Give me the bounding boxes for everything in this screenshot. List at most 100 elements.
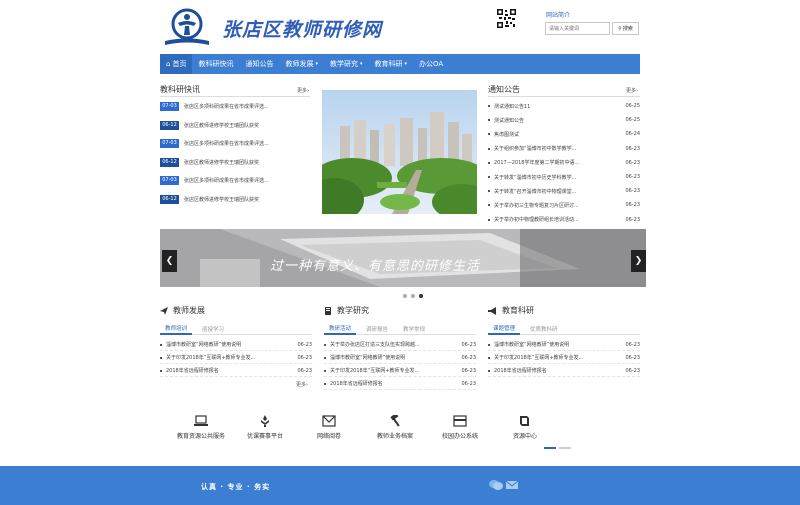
- notice-list-item[interactable]: 关于举办初中物理教研组长培训活动... 06-23: [488, 214, 640, 226]
- news-list-item[interactable]: 06-12 张店区教师进修学校王瑞团队获奖: [160, 156, 310, 168]
- column-tabs: 课题管理 优质教科研: [488, 323, 640, 335]
- service-label: 优课赛事平台: [246, 433, 283, 440]
- list-item[interactable]: 关于印发2018年“互联网+教师专业发... 06-23: [488, 352, 640, 364]
- notices-more-link[interactable]: 更多›: [626, 87, 638, 94]
- banner-prev-button[interactable]: ❮: [162, 250, 177, 272]
- list-item[interactable]: 淄博市教研室“网络教研”使用说明 06-23: [324, 352, 476, 364]
- notice-list-item[interactable]: 2017—2018学年度第二学期初中语... 06-23: [488, 157, 640, 169]
- list-item[interactable]: 淄博市教研室“网络教研”使用说明 06-23: [160, 339, 312, 351]
- banner-next-button[interactable]: ❯: [631, 250, 646, 272]
- service-label: 资源中心: [512, 433, 537, 440]
- chevron-right-icon: ❯: [634, 256, 643, 266]
- search-input[interactable]: [545, 22, 610, 35]
- service-label: 教师业务档案: [376, 433, 413, 440]
- divider: [488, 96, 640, 97]
- nav-item-oa[interactable]: 办公OA: [413, 54, 449, 74]
- service-online-grading[interactable]: 网络阅卷: [294, 415, 364, 440]
- list-item[interactable]: 关于印发2018年“互联网+教师专业发... 06-23: [324, 365, 476, 377]
- nav-item-edu-research[interactable]: 教育科研 ▾: [368, 54, 413, 74]
- news-item-title: 张店区教师进修学校王瑞团队获奖: [184, 196, 260, 203]
- service-campus-office[interactable]: 校园办公系统: [425, 415, 495, 440]
- nav-item-label: 教师发展: [285, 60, 314, 68]
- list-item[interactable]: 关于印发2018年“互联网+教师专业发... 06-23: [160, 352, 312, 364]
- site-title[interactable]: 张店区教师研修网: [222, 15, 382, 42]
- service-resource-center[interactable]: 资源中心: [490, 415, 560, 440]
- chevron-right-icon: ›: [306, 382, 309, 388]
- more-label: 更多: [296, 382, 307, 388]
- list-item[interactable]: 关于举办张店区打造三支队伍实现跨越... 06-23: [324, 339, 476, 351]
- nav-item-news[interactable]: 教科研快讯: [192, 54, 239, 74]
- logo-emblem-icon[interactable]: [160, 8, 214, 48]
- tab-teaching-activities[interactable]: 教研活动: [324, 323, 357, 335]
- nav-item-label: 通知公告: [245, 60, 274, 68]
- item-title: 关于印发2018年“互联网+教师专业发...: [494, 355, 584, 361]
- nav-item-label: 教学研究: [329, 60, 358, 68]
- notice-list-item[interactable]: 测试通知公告11 06-25: [488, 100, 640, 112]
- gavel-icon: [390, 415, 400, 427]
- wechat-icon[interactable]: [489, 479, 503, 491]
- tab-teacher-training[interactable]: 教师培训: [160, 323, 193, 335]
- news-more-link[interactable]: 更多›: [297, 87, 309, 94]
- item-title: 关于举办张店区打造三支队伍实现跨越...: [330, 342, 420, 348]
- item-title: 2018年省远程研修报名: [494, 368, 547, 374]
- bullet-icon: [488, 176, 490, 178]
- notice-list-item[interactable]: 焦虑图测试 06-24: [488, 128, 640, 140]
- column-more-link[interactable]: 更多›: [296, 381, 308, 388]
- banner-slider[interactable]: 过一种有意义、有意思的研修生活: [160, 229, 646, 287]
- tab-correspondence-study[interactable]: 函授学习: [197, 323, 229, 335]
- list-item[interactable]: 淄博市教研室“网络教研”使用说明 06-23: [488, 339, 640, 351]
- nav-item-teacher-dev[interactable]: 教师发展 ▾: [279, 54, 324, 74]
- notice-list-item[interactable]: 关于转发“淄博市初中历史学科教学... 06-23: [488, 171, 640, 183]
- site-intro-link[interactable]: 网站简介: [546, 10, 570, 19]
- service-page-indicator-active[interactable]: [544, 447, 556, 449]
- notice-list-item[interactable]: 关于组织参加“淄博市初中数学教学... 06-23: [488, 143, 640, 155]
- qr-code-icon: [497, 9, 516, 28]
- megaphone-icon: [488, 306, 496, 315]
- notice-list-item[interactable]: 测试通知公告 06-25: [488, 114, 640, 126]
- service-page-indicator[interactable]: [559, 447, 571, 449]
- chevron-left-icon: ❮: [165, 256, 174, 266]
- search-icon: ⚲: [618, 25, 622, 32]
- nav-item-notices[interactable]: 通知公告: [239, 54, 279, 74]
- tab-project-management[interactable]: 课题管理: [488, 323, 521, 335]
- tab-teaching-routine[interactable]: 教学常规: [398, 323, 430, 335]
- nav-item-home[interactable]: ⌂ 首页: [160, 54, 193, 74]
- list-item[interactable]: 2018年省远程研修报名 06-23: [324, 378, 476, 390]
- news-list-item[interactable]: 07-03 张店区多项科研成果在省市成果评选...: [160, 100, 310, 112]
- notice-list-item[interactable]: 关于转发“召开淄博市初中物理课堂... 06-23: [488, 185, 640, 197]
- news-list-item[interactable]: 06-12 张店区教师进修学校王瑞团队获奖: [160, 119, 310, 131]
- item-title: 关于印发2018年“互联网+教师专业发...: [330, 368, 420, 374]
- bullet-icon: [324, 343, 326, 346]
- email-icon[interactable]: [505, 479, 519, 491]
- item-date: 06-23: [297, 367, 312, 374]
- list-item[interactable]: 2018年省远程研修报名 06-23: [160, 365, 312, 377]
- divider: [160, 96, 310, 97]
- tab-quality-research[interactable]: 优质教科研: [525, 323, 563, 335]
- notice-item-title: 测试通知公告11: [494, 103, 531, 110]
- bullet-icon: [160, 369, 162, 372]
- news-list-item[interactable]: 06-12 张店区教师进修学校王瑞团队获奖: [160, 193, 310, 205]
- banner-dot-active[interactable]: [419, 294, 423, 298]
- bullet-icon: [488, 369, 490, 372]
- banner-text: 过一种有意义、有意思的研修生活: [270, 259, 481, 274]
- news-list-item[interactable]: 07-03 张店区多项科研成果在省市成果评选...: [160, 137, 310, 149]
- news-item-title: 张店区多项科研成果在省市成果评选...: [184, 103, 269, 110]
- chevron-right-icon: ›: [636, 88, 639, 94]
- caret-down-icon: ▾: [404, 61, 407, 67]
- service-resource-public[interactable]: 教育资源公共服务: [166, 415, 236, 440]
- search-button[interactable]: ⚲ 搜索: [612, 22, 639, 35]
- service-links: 教育资源公共服务 优课赛事平台 网络阅卷 教师业务档案 校园办公系统 资源中心: [160, 415, 640, 460]
- banner-dot[interactable]: [411, 294, 415, 298]
- tab-survey-reports[interactable]: 调研报告: [361, 323, 393, 335]
- mail-icon: [322, 415, 336, 427]
- news-list-item[interactable]: 07-03 张店区多项科研成果在省市成果评选...: [160, 174, 310, 186]
- service-course-contest[interactable]: 优课赛事平台: [230, 415, 300, 440]
- list-item[interactable]: 2018年省远程研修报名 06-23: [488, 365, 640, 377]
- banner-dot[interactable]: [403, 294, 407, 298]
- column-header: 教育科研: [488, 305, 534, 316]
- bullet-icon: [488, 190, 490, 193]
- service-teacher-archive[interactable]: 教师业务档案: [360, 415, 430, 440]
- nav-item-teaching-research[interactable]: 教学研究 ▾: [324, 54, 369, 74]
- banner-pagination: [403, 294, 423, 298]
- notice-list-item[interactable]: 关于举办初三生物专题复习片区研讨... 06-23: [488, 199, 640, 211]
